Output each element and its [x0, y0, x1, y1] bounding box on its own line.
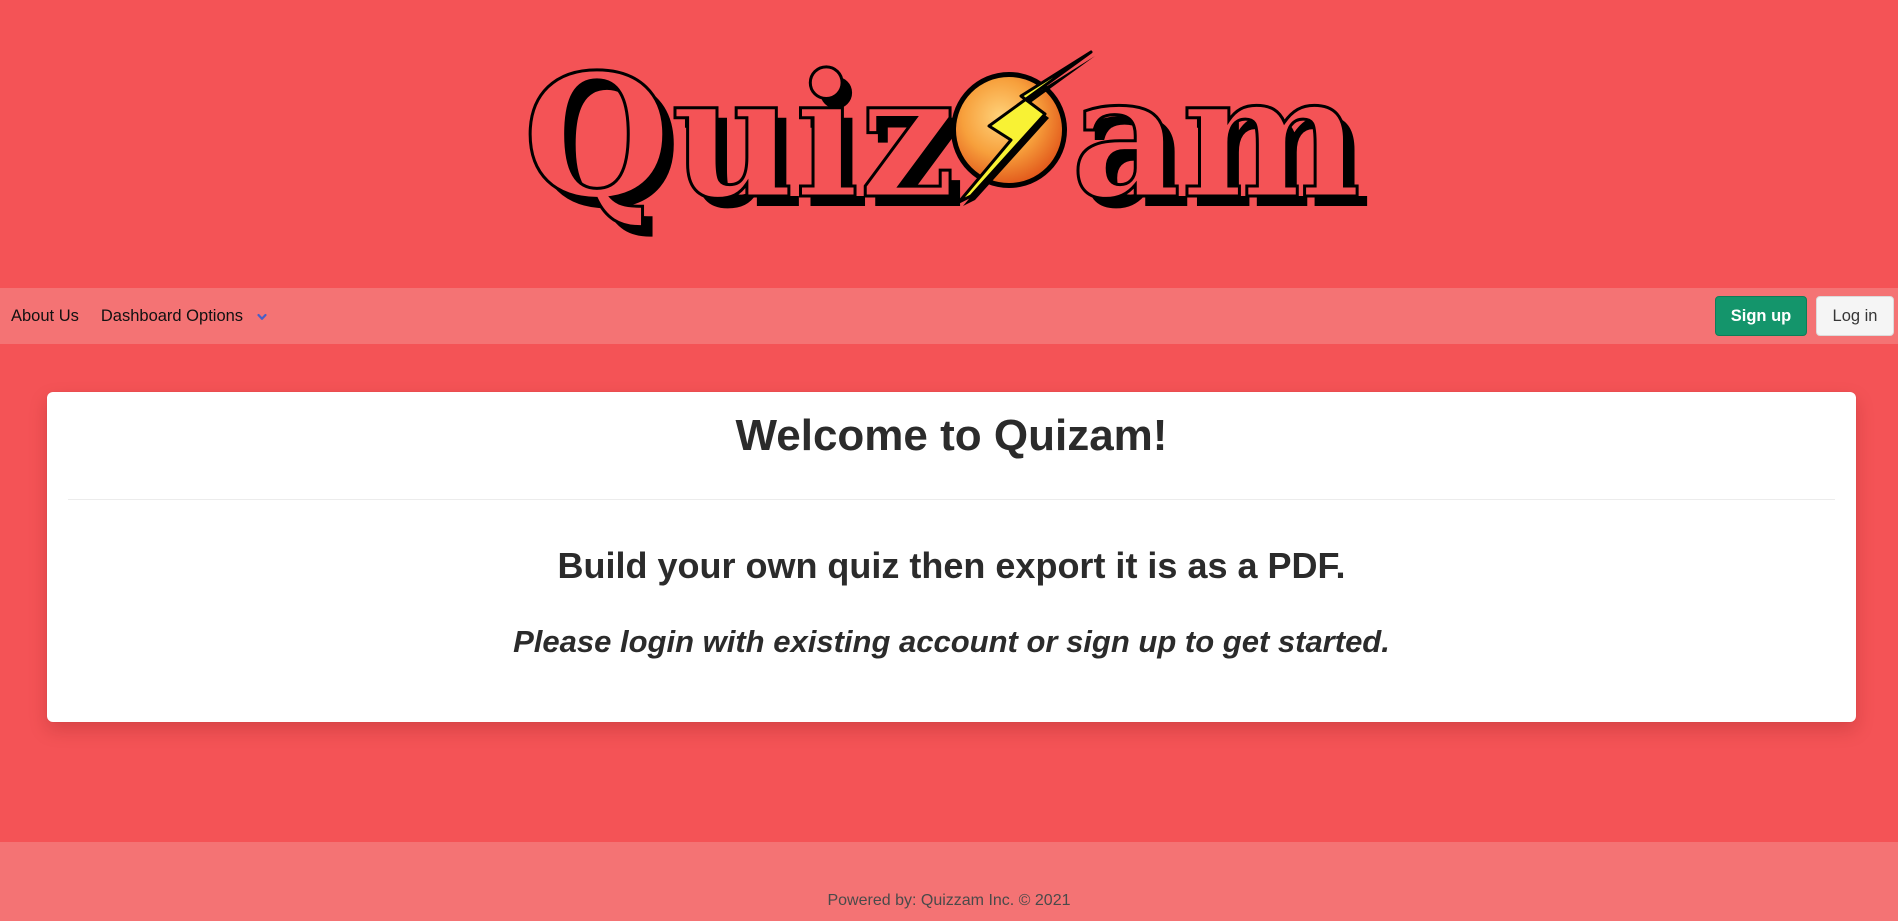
nav-left: About Us Dashboard Options: [0, 288, 278, 344]
logo-text-left: Quiz: [523, 44, 956, 237]
welcome-prompt: Please login with existing account or si…: [513, 624, 1390, 659]
quizzam-logo: Quiz am Quiz am: [522, 44, 1372, 244]
nav-about-us-label: About Us: [11, 306, 79, 325]
logo-text-right: am: [1071, 44, 1361, 237]
nav-about-us[interactable]: About Us: [0, 288, 90, 344]
card-divider: [68, 499, 1835, 500]
logo-banner: Quiz am Quiz am: [0, 0, 1898, 288]
chevron-down-icon: [257, 313, 267, 320]
welcome-title: Welcome to Quizam!: [735, 411, 1168, 460]
nav-right: Sign up Log in: [1715, 288, 1898, 344]
welcome-card: Welcome to Quizam! Build your own quiz t…: [47, 392, 1856, 722]
welcome-subtitle: Build your own quiz then export it is as…: [557, 545, 1346, 586]
sign-up-button[interactable]: Sign up: [1715, 296, 1807, 336]
log-in-button[interactable]: Log in: [1816, 296, 1894, 336]
navbar: About Us Dashboard Options Sign up Log i…: [0, 288, 1898, 344]
footer-text: Powered by: Quizzam Inc. © 2021: [827, 892, 1071, 909]
footer: Powered by: Quizzam Inc. © 2021: [0, 842, 1898, 921]
nav-dashboard-options[interactable]: Dashboard Options: [90, 288, 278, 344]
nav-dashboard-options-label: Dashboard Options: [100, 306, 244, 325]
